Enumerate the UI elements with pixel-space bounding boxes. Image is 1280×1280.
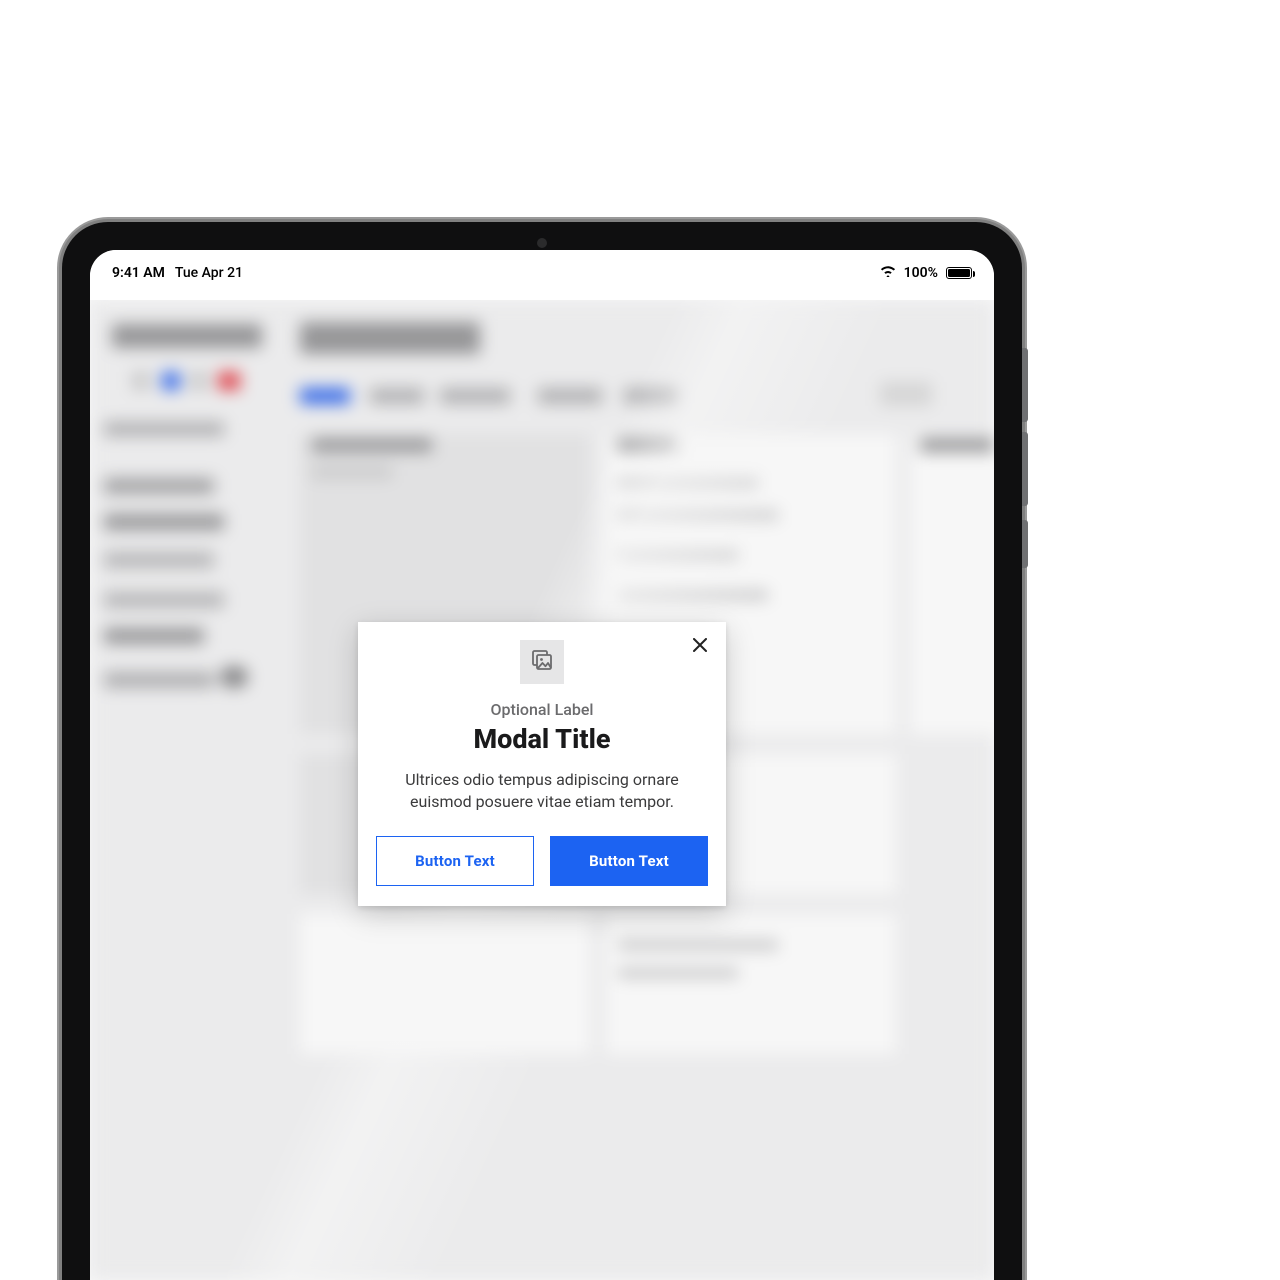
status-date: Tue Apr 21 bbox=[175, 265, 243, 281]
device-side-button bbox=[1022, 348, 1028, 422]
primary-button[interactable]: Button Text bbox=[550, 836, 708, 886]
device-camera bbox=[537, 238, 547, 248]
device-side-button bbox=[1022, 520, 1028, 568]
modal-title: Modal Title bbox=[376, 723, 708, 755]
wifi-icon bbox=[880, 265, 896, 281]
battery-icon bbox=[946, 267, 972, 279]
modal-body-text: Ultrices odio tempus adipiscing ornare e… bbox=[376, 769, 708, 814]
modal-icon-box bbox=[520, 640, 564, 684]
tablet-device-frame: 9:41 AM Tue Apr 21 100% bbox=[62, 222, 1022, 1280]
image-placeholder-icon bbox=[530, 648, 554, 676]
device-screen: 9:41 AM Tue Apr 21 100% bbox=[90, 250, 994, 1280]
close-button[interactable] bbox=[688, 634, 712, 658]
modal-label: Optional Label bbox=[376, 700, 708, 719]
modal-actions: Button Text Button Text bbox=[376, 836, 708, 886]
close-icon bbox=[693, 637, 707, 656]
status-time: 9:41 AM bbox=[112, 265, 165, 281]
status-bar: 9:41 AM Tue Apr 21 100% bbox=[90, 250, 994, 300]
battery-percent: 100% bbox=[904, 265, 938, 281]
modal-overlay: Optional Label Modal Title Ultrices odio… bbox=[90, 300, 994, 1280]
device-side-button bbox=[1022, 432, 1028, 506]
modal-dialog: Optional Label Modal Title Ultrices odio… bbox=[358, 622, 726, 906]
secondary-button[interactable]: Button Text bbox=[376, 836, 534, 886]
